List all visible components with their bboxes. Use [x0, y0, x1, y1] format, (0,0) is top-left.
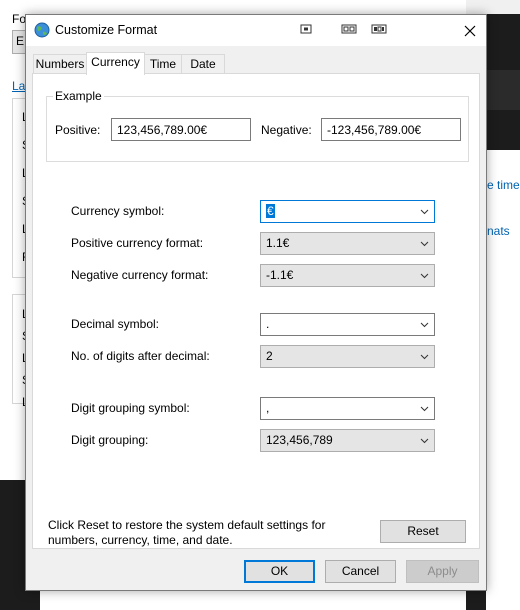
apply-button[interactable]: Apply — [406, 560, 479, 583]
positive-format-value: 1.1€ — [266, 236, 290, 250]
close-button[interactable] — [454, 15, 486, 46]
example-legend: Example — [53, 89, 104, 103]
tab-date[interactable]: Date — [181, 54, 225, 74]
currency-symbol-combo[interactable]: € — [260, 200, 435, 223]
chevron-down-icon — [420, 406, 429, 412]
chevron-down-icon — [420, 241, 429, 247]
customize-format-dialog: Customize Format Numbers Currency Time D… — [25, 14, 487, 591]
chevron-down-icon — [420, 209, 429, 215]
close-icon — [464, 25, 476, 36]
bg-label: Fo — [12, 12, 27, 26]
grouping-symbol-value: , — [266, 401, 270, 415]
digits-after-decimal-value: 2 — [266, 349, 273, 363]
digit-grouping-value: 123,456,789 — [266, 433, 333, 447]
snap-layout-icon-2[interactable] — [371, 22, 387, 36]
bg-link-time: e time — [487, 178, 520, 192]
currency-symbol-value: € — [266, 204, 275, 218]
currency-tab-panel: Example Positive: 123,456,789.00€ Negati… — [32, 73, 480, 549]
chevron-down-icon — [420, 273, 429, 279]
dialog-title: Customize Format — [55, 23, 158, 37]
digit-grouping-dropdown[interactable]: 123,456,789 — [260, 429, 435, 452]
positive-example-field: 123,456,789.00€ — [111, 118, 251, 141]
bg-link-formats: nats — [487, 224, 510, 238]
decimal-symbol-value: . — [266, 317, 270, 331]
decimal-symbol-combo[interactable]: . — [260, 313, 435, 336]
chevron-down-icon — [420, 354, 429, 360]
negative-example-field: -123,456,789.00€ — [321, 118, 461, 141]
negative-format-dropdown[interactable]: -1.1€ — [260, 264, 435, 287]
globe-icon — [34, 22, 50, 38]
reset-info-text: Click Reset to restore the system defaul… — [48, 518, 326, 547]
negative-format-label: Negative currency format: — [71, 268, 209, 282]
digit-grouping-label: Digit grouping: — [71, 433, 149, 447]
snap-layout-icon[interactable] — [341, 22, 357, 36]
tab-currency[interactable]: Currency — [86, 52, 145, 75]
restore-layout-icon[interactable] — [300, 22, 312, 36]
ok-button[interactable]: OK — [244, 560, 315, 583]
positive-label: Positive: — [55, 123, 101, 137]
tab-time[interactable]: Time — [144, 54, 182, 74]
negative-label: Negative: — [261, 123, 312, 137]
digits-after-decimal-dropdown[interactable]: 2 — [260, 345, 435, 368]
decimal-symbol-label: Decimal symbol: — [71, 317, 160, 331]
negative-format-value: -1.1€ — [266, 268, 294, 282]
digits-after-decimal-label: No. of digits after decimal: — [71, 349, 210, 363]
grouping-symbol-label: Digit grouping symbol: — [71, 401, 190, 415]
cancel-button[interactable]: Cancel — [325, 560, 396, 583]
chevron-down-icon — [420, 322, 429, 328]
positive-format-dropdown[interactable]: 1.1€ — [260, 232, 435, 255]
positive-format-label: Positive currency format: — [71, 236, 204, 250]
tab-numbers[interactable]: Numbers — [33, 54, 87, 74]
chevron-down-icon — [420, 438, 429, 444]
bg-link: La — [12, 79, 26, 93]
grouping-symbol-combo[interactable]: , — [260, 397, 435, 420]
reset-button[interactable]: Reset — [380, 520, 466, 543]
title-bar[interactable]: Customize Format — [26, 15, 486, 46]
currency-symbol-label: Currency symbol: — [71, 204, 165, 218]
example-group: Example Positive: 123,456,789.00€ Negati… — [46, 89, 469, 162]
